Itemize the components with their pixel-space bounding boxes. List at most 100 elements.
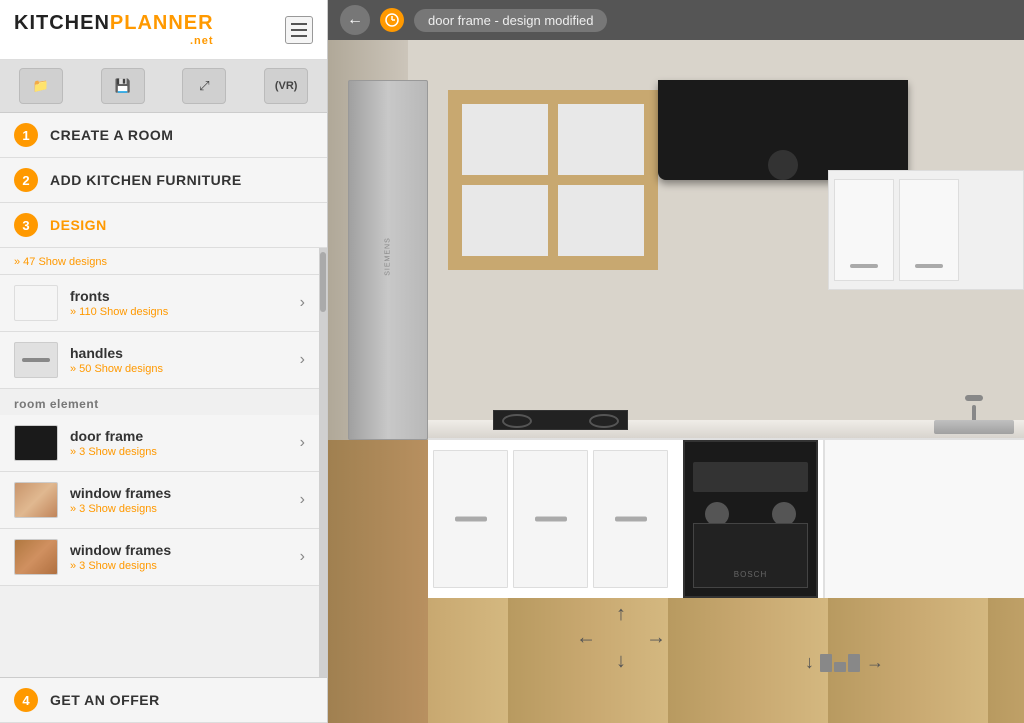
door-frame-item[interactable]: door frame » 3 Show designs › xyxy=(0,415,319,472)
folder-button[interactable]: 📁 xyxy=(19,68,63,104)
window-frames-2-sub: » 3 Show designs xyxy=(70,560,300,572)
cabinet-handle-2 xyxy=(535,517,567,522)
door-frame-info: door frame » 3 Show designs xyxy=(70,428,300,458)
toolbar: 📁 💾 ⤢ (VR) xyxy=(0,60,327,113)
back-button[interactable]: ← xyxy=(340,5,370,35)
save-button[interactable]: 💾 xyxy=(101,68,145,104)
view-down-arrow[interactable]: ↓ xyxy=(805,652,814,673)
window-frames-2-info: window frames » 3 Show designs xyxy=(70,542,300,572)
window-frames-2-chevron: › xyxy=(300,548,305,566)
step-1-create-room[interactable]: 1 CREATE A ROOM xyxy=(0,113,327,158)
top-bar: ← door frame - design modified xyxy=(328,0,1024,40)
arrow-up[interactable]: ↑ xyxy=(616,603,626,626)
design-content: » 47 Show designs fronts » 110 Show desi… xyxy=(0,248,319,677)
oven-display xyxy=(693,462,808,492)
step-2-add-furniture[interactable]: 2 ADD KITCHEN FURNITURE xyxy=(0,158,327,203)
upper-handle-1 xyxy=(850,264,878,268)
step-4-number: 4 xyxy=(14,688,38,712)
3d-scene[interactable]: ↑ ↓ ← → ↓ → xyxy=(328,40,1024,723)
cabinet-door-3 xyxy=(593,450,668,588)
step-4-get-offer[interactable]: 4 GET AN OFFER xyxy=(0,677,327,723)
menu-line-3 xyxy=(291,35,307,37)
window-frames-2-name: window frames xyxy=(70,542,300,558)
view-side-arrow[interactable]: → xyxy=(866,652,884,673)
partial-designs-item[interactable]: » 47 Show designs xyxy=(0,248,319,275)
room-element-section: room element xyxy=(0,389,319,415)
logo-net: .net xyxy=(14,35,214,47)
oven xyxy=(683,440,818,598)
logo: KITCHENPLANNER .net xyxy=(14,12,214,47)
step-3-number: 3 xyxy=(14,213,38,237)
vr-button[interactable]: (VR) xyxy=(264,68,308,104)
step-3-design[interactable]: 3 DESIGN xyxy=(0,203,327,248)
step-1-number: 1 xyxy=(14,123,38,147)
range-hood xyxy=(658,80,908,180)
fronts-sub: » 110 Show designs xyxy=(70,306,300,318)
window-frames-2-item[interactable]: window frames » 3 Show designs › xyxy=(0,529,319,586)
upper-door-2 xyxy=(899,179,959,281)
window-frames-1-chevron: › xyxy=(300,491,305,509)
sink xyxy=(934,420,1014,434)
upper-cabinet xyxy=(828,170,1024,290)
upper-handle-2 xyxy=(915,264,943,268)
handles-chevron: › xyxy=(300,351,305,369)
handles-name: handles xyxy=(70,345,300,361)
fronts-item[interactable]: fronts » 110 Show designs › xyxy=(0,275,319,332)
handles-sub: » 50 Show designs xyxy=(70,363,300,375)
logo-planner: PLANNER xyxy=(110,12,214,34)
view-box-tall-2 xyxy=(848,654,860,672)
cabinet-door-1 xyxy=(433,450,508,588)
upper-door-1 xyxy=(834,179,894,281)
arrow-right[interactable]: → xyxy=(646,627,666,650)
view-mode-controls: ↓ → xyxy=(805,652,884,673)
cabinet-door-2 xyxy=(513,450,588,588)
fronts-thumb xyxy=(14,285,58,321)
door-frame-thumb xyxy=(14,425,58,461)
timer-icon xyxy=(380,8,404,32)
window-frames-1-thumb xyxy=(14,482,58,518)
cabinet-handle-1 xyxy=(455,517,487,522)
scrollbar-thumb xyxy=(320,252,326,312)
view-box-short xyxy=(834,662,846,672)
left-panel: KITCHENPLANNER .net 📁 💾 ⤢ (VR) 1 CREATE … xyxy=(0,0,328,723)
clock-icon xyxy=(385,13,399,27)
door-frame-chevron: › xyxy=(300,434,305,452)
door-frame-name: door frame xyxy=(70,428,300,444)
logo-kitchen: KITCHEN xyxy=(14,12,110,34)
base-cabinets xyxy=(428,438,1024,598)
induction-hob xyxy=(493,410,628,430)
handles-info: handles » 50 Show designs xyxy=(70,345,300,375)
step-4-label: GET AN OFFER xyxy=(50,692,160,708)
window-frames-1-sub: » 3 Show designs xyxy=(70,503,300,515)
floor-left xyxy=(328,440,428,723)
kitchen-render: ↑ ↓ ← → ↓ → xyxy=(328,40,1024,723)
menu-line-2 xyxy=(291,29,307,31)
menu-line-1 xyxy=(291,23,307,25)
scroll-wrapper: » 47 Show designs fronts » 110 Show desi… xyxy=(0,248,327,677)
arrow-left[interactable]: ← xyxy=(576,627,596,650)
navigation-arrows: ↑ ↓ ← → xyxy=(576,603,666,673)
step-2-label: ADD KITCHEN FURNITURE xyxy=(50,172,242,188)
door-frame-sub: » 3 Show designs xyxy=(70,446,300,458)
handles-item[interactable]: handles » 50 Show designs › xyxy=(0,332,319,389)
cabinet-handle-3 xyxy=(615,517,647,522)
right-cabinet xyxy=(823,440,1024,598)
window-frames-2-thumb xyxy=(14,539,58,575)
window-frame-3d xyxy=(448,90,658,270)
scrollbar[interactable] xyxy=(319,248,327,677)
hob-ring-2 xyxy=(589,414,619,428)
partial-designs-sub: » 47 Show designs xyxy=(14,256,107,268)
window-frames-1-item[interactable]: window frames » 3 Show designs › xyxy=(0,472,319,529)
window-divider-vertical xyxy=(548,104,558,256)
oven-door xyxy=(693,523,808,588)
step-2-number: 2 xyxy=(14,168,38,192)
right-panel: ← door frame - design modified xyxy=(328,0,1024,723)
floor xyxy=(428,598,1024,723)
arrow-down[interactable]: ↓ xyxy=(616,650,626,673)
step-3-label: DESIGN xyxy=(50,217,107,233)
expand-button[interactable]: ⤢ xyxy=(182,68,226,104)
view-box-group[interactable] xyxy=(820,654,860,672)
fronts-info: fronts » 110 Show designs xyxy=(70,288,300,318)
step-1-label: CREATE A ROOM xyxy=(50,127,173,143)
menu-button[interactable] xyxy=(285,16,313,44)
